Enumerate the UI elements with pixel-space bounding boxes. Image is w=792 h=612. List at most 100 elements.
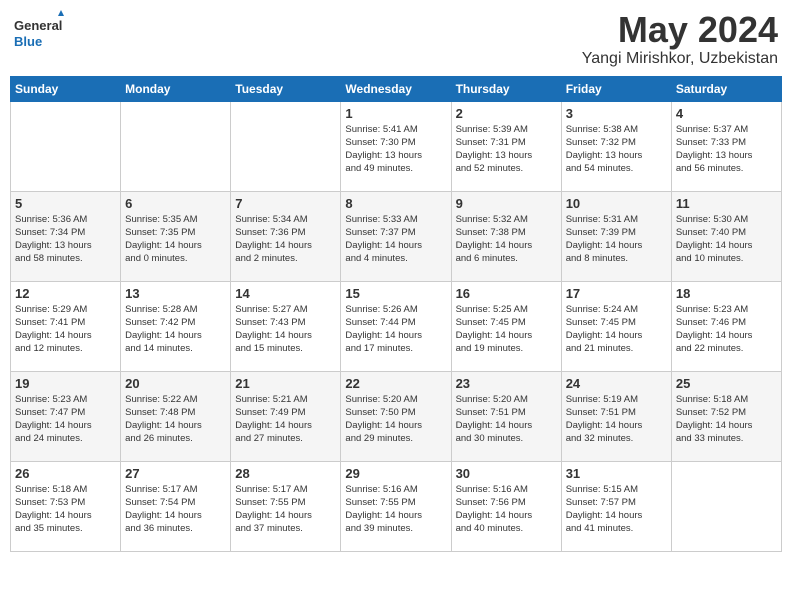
- day-cell: 15Sunrise: 5:26 AM Sunset: 7:44 PM Dayli…: [341, 281, 451, 371]
- day-number: 3: [566, 106, 667, 121]
- day-info: Sunrise: 5:18 AM Sunset: 7:53 PM Dayligh…: [15, 483, 116, 536]
- month-title: May 2024: [582, 10, 778, 50]
- day-cell: 6 Sunrise: 5:35 AM Sunset: 7:35 PM Daylig…: [121, 191, 231, 281]
- day-info: Sunrise: 5:27 AM Sunset: 7:43 PM Dayligh…: [235, 303, 336, 356]
- day-info: Sunrise: 5:28 AM Sunset: 7:42 PM Dayligh…: [125, 303, 226, 356]
- page-header: General Blue May 2024 Yangi Mirishkor, U…: [10, 10, 782, 68]
- day-cell: [671, 461, 781, 551]
- day-number: 17: [566, 286, 667, 301]
- header-cell-saturday: Saturday: [671, 76, 781, 101]
- header-cell-monday: Monday: [121, 76, 231, 101]
- day-number: 13: [125, 286, 226, 301]
- day-number: 11: [676, 196, 777, 211]
- title-block: May 2024 Yangi Mirishkor, Uzbekistan: [582, 10, 778, 68]
- day-info: Sunrise: 5:36 AM Sunset: 7:34 PM Dayligh…: [15, 213, 116, 266]
- day-info: Sunrise: 5:29 AM Sunset: 7:41 PM Dayligh…: [15, 303, 116, 356]
- day-cell: 26Sunrise: 5:18 AM Sunset: 7:53 PM Dayli…: [11, 461, 121, 551]
- day-info: Sunrise: 5:17 AM Sunset: 7:55 PM Dayligh…: [235, 483, 336, 536]
- day-number: 14: [235, 286, 336, 301]
- day-info: Sunrise: 5:37 AM Sunset: 7:33 PM Dayligh…: [676, 123, 777, 176]
- day-number: 7: [235, 196, 336, 211]
- day-cell: 11 Sunrise: 5:30 AM Sunset: 7:40 PM Dayli…: [671, 191, 781, 281]
- day-cell: 22 Sunrise: 5:20 AM Sunset: 7:50 PM Dayli…: [341, 371, 451, 461]
- day-cell: 30 Sunrise: 5:16 AM Sunset: 7:56 PM Dayli…: [451, 461, 561, 551]
- calendar-table: SundayMondayTuesdayWednesdayThursdayFrid…: [10, 76, 782, 552]
- day-number: 27: [125, 466, 226, 481]
- day-info: Sunrise: 5:26 AM Sunset: 7:44 PM Dayligh…: [345, 303, 446, 356]
- day-number: 1: [345, 106, 446, 121]
- day-number: 30: [456, 466, 557, 481]
- day-number: 23: [456, 376, 557, 391]
- header-cell-friday: Friday: [561, 76, 671, 101]
- day-cell: 18 Sunrise: 5:23 AM Sunset: 7:46 PM Dayli…: [671, 281, 781, 371]
- day-cell: 17 Sunrise: 5:24 AM Sunset: 7:45 PM Dayli…: [561, 281, 671, 371]
- day-info: Sunrise: 5:16 AM Sunset: 7:56 PM Dayligh…: [456, 483, 557, 536]
- week-row-5: 26Sunrise: 5:18 AM Sunset: 7:53 PM Dayli…: [11, 461, 782, 551]
- day-cell: 9 Sunrise: 5:32 AM Sunset: 7:38 PM Daylig…: [451, 191, 561, 281]
- day-cell: 31Sunrise: 5:15 AM Sunset: 7:57 PM Dayli…: [561, 461, 671, 551]
- day-info: Sunrise: 5:22 AM Sunset: 7:48 PM Dayligh…: [125, 393, 226, 446]
- day-info: Sunrise: 5:33 AM Sunset: 7:37 PM Dayligh…: [345, 213, 446, 266]
- day-info: Sunrise: 5:31 AM Sunset: 7:39 PM Dayligh…: [566, 213, 667, 266]
- day-number: 19: [15, 376, 116, 391]
- day-number: 9: [456, 196, 557, 211]
- day-info: Sunrise: 5:24 AM Sunset: 7:45 PM Dayligh…: [566, 303, 667, 356]
- day-cell: 27 Sunrise: 5:17 AM Sunset: 7:54 PM Dayli…: [121, 461, 231, 551]
- header-cell-thursday: Thursday: [451, 76, 561, 101]
- day-cell: 10 Sunrise: 5:31 AM Sunset: 7:39 PM Dayli…: [561, 191, 671, 281]
- day-cell: [11, 101, 121, 191]
- day-info: Sunrise: 5:21 AM Sunset: 7:49 PM Dayligh…: [235, 393, 336, 446]
- day-info: Sunrise: 5:19 AM Sunset: 7:51 PM Dayligh…: [566, 393, 667, 446]
- header-cell-wednesday: Wednesday: [341, 76, 451, 101]
- day-cell: 12 Sunrise: 5:29 AM Sunset: 7:41 PM Dayli…: [11, 281, 121, 371]
- day-cell: [121, 101, 231, 191]
- day-info: Sunrise: 5:41 AM Sunset: 7:30 PM Dayligh…: [345, 123, 446, 176]
- day-info: Sunrise: 5:17 AM Sunset: 7:54 PM Dayligh…: [125, 483, 226, 536]
- svg-text:General: General: [14, 18, 62, 33]
- day-cell: 16Sunrise: 5:25 AM Sunset: 7:45 PM Dayli…: [451, 281, 561, 371]
- day-info: Sunrise: 5:23 AM Sunset: 7:46 PM Dayligh…: [676, 303, 777, 356]
- day-cell: 7 Sunrise: 5:34 AM Sunset: 7:36 PM Daylig…: [231, 191, 341, 281]
- day-cell: 3 Sunrise: 5:38 AM Sunset: 7:32 PM Daylig…: [561, 101, 671, 191]
- day-number: 2: [456, 106, 557, 121]
- day-number: 22: [345, 376, 446, 391]
- day-number: 18: [676, 286, 777, 301]
- header-row: SundayMondayTuesdayWednesdayThursdayFrid…: [11, 76, 782, 101]
- day-info: Sunrise: 5:20 AM Sunset: 7:50 PM Dayligh…: [345, 393, 446, 446]
- day-cell: 24Sunrise: 5:19 AM Sunset: 7:51 PM Dayli…: [561, 371, 671, 461]
- day-cell: 1 Sunrise: 5:41 AM Sunset: 7:30 PM Daylig…: [341, 101, 451, 191]
- day-cell: [231, 101, 341, 191]
- day-cell: 4 Sunrise: 5:37 AM Sunset: 7:33 PM Daylig…: [671, 101, 781, 191]
- day-cell: 14 Sunrise: 5:27 AM Sunset: 7:43 PM Dayli…: [231, 281, 341, 371]
- day-number: 10: [566, 196, 667, 211]
- day-info: Sunrise: 5:20 AM Sunset: 7:51 PM Dayligh…: [456, 393, 557, 446]
- day-info: Sunrise: 5:34 AM Sunset: 7:36 PM Dayligh…: [235, 213, 336, 266]
- day-number: 6: [125, 196, 226, 211]
- day-cell: 2Sunrise: 5:39 AM Sunset: 7:31 PM Daylig…: [451, 101, 561, 191]
- day-info: Sunrise: 5:30 AM Sunset: 7:40 PM Dayligh…: [676, 213, 777, 266]
- day-cell: 25Sunrise: 5:18 AM Sunset: 7:52 PM Dayli…: [671, 371, 781, 461]
- day-info: Sunrise: 5:32 AM Sunset: 7:38 PM Dayligh…: [456, 213, 557, 266]
- day-number: 4: [676, 106, 777, 121]
- day-info: Sunrise: 5:16 AM Sunset: 7:55 PM Dayligh…: [345, 483, 446, 536]
- day-number: 20: [125, 376, 226, 391]
- day-info: Sunrise: 5:35 AM Sunset: 7:35 PM Dayligh…: [125, 213, 226, 266]
- day-number: 29: [345, 466, 446, 481]
- svg-text:Blue: Blue: [14, 34, 42, 49]
- location: Yangi Mirishkor, Uzbekistan: [582, 50, 778, 68]
- day-number: 12: [15, 286, 116, 301]
- day-info: Sunrise: 5:15 AM Sunset: 7:57 PM Dayligh…: [566, 483, 667, 536]
- day-cell: 23 Sunrise: 5:20 AM Sunset: 7:51 PM Dayli…: [451, 371, 561, 461]
- day-number: 5: [15, 196, 116, 211]
- week-row-2: 5 Sunrise: 5:36 AM Sunset: 7:34 PM Daylig…: [11, 191, 782, 281]
- header-cell-tuesday: Tuesday: [231, 76, 341, 101]
- week-row-1: 1 Sunrise: 5:41 AM Sunset: 7:30 PM Daylig…: [11, 101, 782, 191]
- logo: General Blue: [14, 10, 64, 58]
- day-number: 25: [676, 376, 777, 391]
- day-info: Sunrise: 5:23 AM Sunset: 7:47 PM Dayligh…: [15, 393, 116, 446]
- day-cell: 20 Sunrise: 5:22 AM Sunset: 7:48 PM Dayli…: [121, 371, 231, 461]
- day-info: Sunrise: 5:38 AM Sunset: 7:32 PM Dayligh…: [566, 123, 667, 176]
- day-cell: 8Sunrise: 5:33 AM Sunset: 7:37 PM Daylig…: [341, 191, 451, 281]
- day-cell: 29 Sunrise: 5:16 AM Sunset: 7:55 PM Dayli…: [341, 461, 451, 551]
- day-cell: 19 Sunrise: 5:23 AM Sunset: 7:47 PM Dayli…: [11, 371, 121, 461]
